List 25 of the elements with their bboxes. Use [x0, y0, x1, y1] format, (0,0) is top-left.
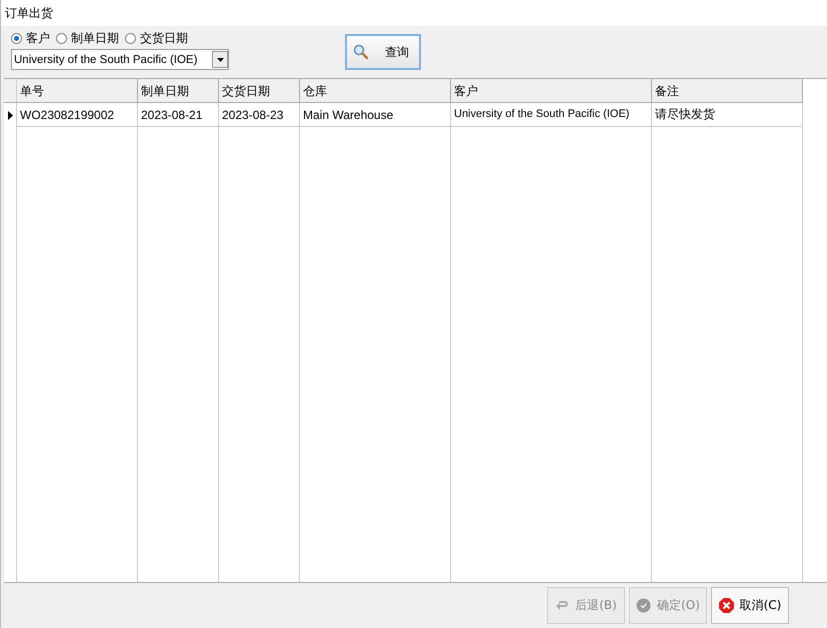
table-cell: University of the South Pacific (IOE) — [454, 109, 630, 120]
column-header[interactable]: 客户 — [451, 79, 652, 103]
radio-option[interactable]: 制单日期 — [56, 30, 119, 47]
window-title: 订单出货 — [1, 0, 827, 26]
table-cell: 2023-08-23 — [222, 108, 284, 122]
caret-icon — [216, 58, 224, 62]
close-icon — [718, 598, 734, 613]
table-cell: 请尽快发货 — [655, 106, 715, 123]
column-header[interactable]: 交货日期 — [219, 79, 300, 103]
column-header[interactable]: 备注 — [652, 79, 803, 103]
table-cell: WO23082199002 — [20, 108, 114, 122]
column-header[interactable]: 制单日期 — [138, 79, 219, 103]
grid-corner — [4, 79, 17, 103]
table-cell: Main Warehouse — [303, 108, 394, 122]
return-arrow-icon — [555, 598, 570, 612]
radio-option[interactable]: 客户 — [11, 30, 50, 47]
column-header[interactable]: 仓库 — [300, 79, 451, 103]
cancel-button[interactable]: 取消(C) — [711, 587, 789, 624]
search-icon — [353, 44, 369, 60]
customer-dropdown[interactable]: University of the South Pacific (IOE) — [11, 49, 229, 70]
check-icon — [636, 598, 652, 613]
column-header[interactable]: 单号 — [17, 79, 138, 103]
radio-option[interactable]: 交货日期 — [125, 30, 188, 47]
table-cell: 2023-08-21 — [141, 108, 202, 122]
query-button[interactable]: 查询 — [345, 34, 421, 70]
